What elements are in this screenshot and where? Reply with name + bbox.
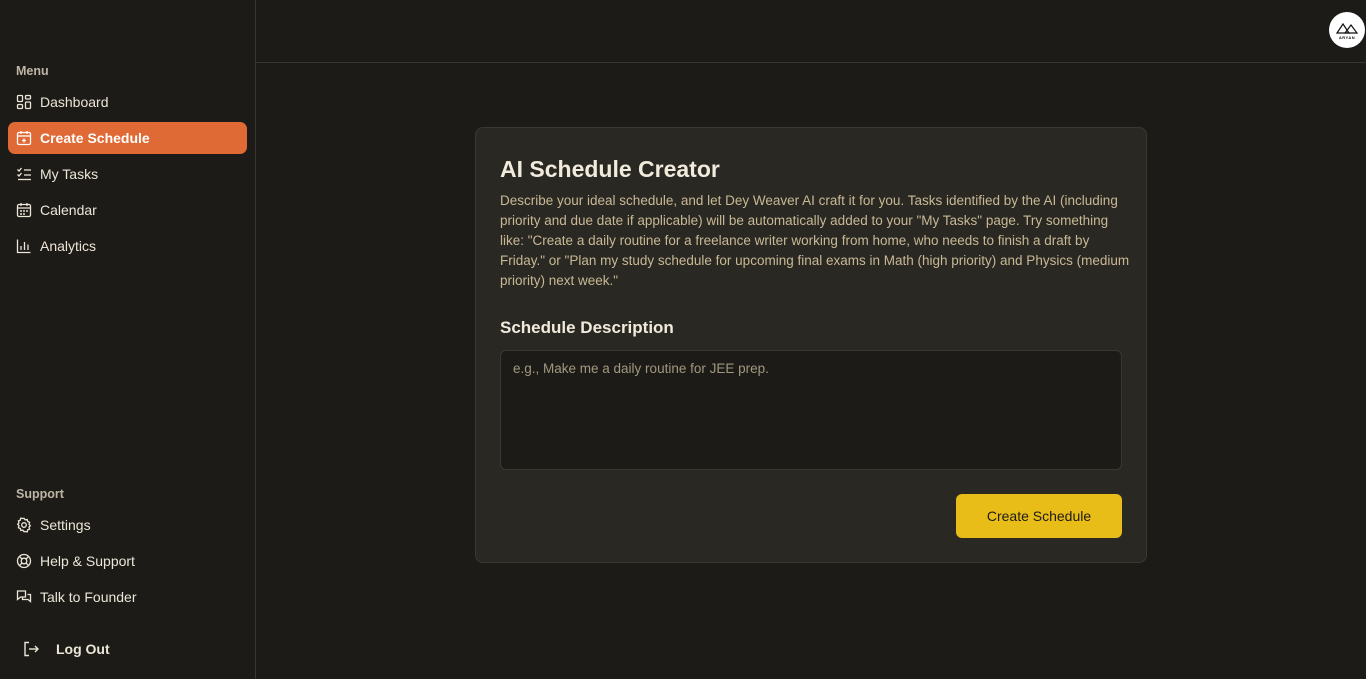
card-description: Describe your ideal schedule, and let De…: [500, 193, 1130, 288]
mountain-logo-icon: [1336, 22, 1358, 34]
sidebar-item-settings[interactable]: Settings: [8, 509, 247, 541]
logout-label: Log Out: [56, 641, 110, 657]
top-bar: ARYAN: [256, 0, 1366, 63]
sidebar-item-analytics[interactable]: Analytics: [8, 230, 247, 262]
page-title: AI Schedule Creator: [500, 156, 720, 182]
dashboard-icon: [16, 94, 32, 110]
support-section-label: Support: [16, 487, 64, 501]
sidebar-item-label: Settings: [40, 517, 91, 533]
calendar-icon: [16, 202, 32, 218]
logout-icon: [22, 640, 46, 658]
logout-button[interactable]: Log Out: [16, 633, 110, 665]
sidebar-item-talk-to-founder[interactable]: Talk to Founder: [8, 581, 247, 613]
schedule-description-input[interactable]: [500, 350, 1122, 470]
chat-icon: [16, 589, 32, 605]
avatar[interactable]: ARYAN: [1329, 12, 1365, 48]
sidebar-item-label: Calendar: [40, 202, 97, 218]
sidebar-item-my-tasks[interactable]: My Tasks: [8, 158, 247, 190]
sidebar-item-help-support[interactable]: Help & Support: [8, 545, 247, 577]
sidebar-item-label: Create Schedule: [40, 130, 150, 146]
avatar-logo-text: ARYAN: [1338, 35, 1356, 40]
sidebar-item-label: Analytics: [40, 238, 97, 254]
schedule-creator-card: AI Schedule Creator Describe your ideal …: [475, 127, 1147, 563]
bar-chart-icon: [16, 238, 32, 254]
sidebar-item-label: Help & Support: [40, 553, 135, 569]
sidebar-item-label: Dashboard: [40, 94, 109, 110]
lifebuoy-icon: [16, 553, 32, 569]
sidebar: Menu Dashboard Create Schedule My Tasks …: [0, 0, 256, 679]
gear-icon: [16, 517, 32, 533]
sidebar-item-create-schedule[interactable]: Create Schedule: [8, 122, 247, 154]
list-checks-icon: [16, 166, 32, 182]
sidebar-item-label: My Tasks: [40, 166, 99, 182]
calendar-plus-icon: [16, 130, 32, 146]
sidebar-item-label: Talk to Founder: [40, 589, 137, 605]
sidebar-item-calendar[interactable]: Calendar: [8, 194, 247, 226]
create-schedule-button[interactable]: Create Schedule: [956, 494, 1122, 538]
menu-section-label: Menu: [16, 64, 49, 78]
sidebar-item-dashboard[interactable]: Dashboard: [8, 86, 247, 118]
schedule-description-label: Schedule Description: [500, 318, 674, 337]
